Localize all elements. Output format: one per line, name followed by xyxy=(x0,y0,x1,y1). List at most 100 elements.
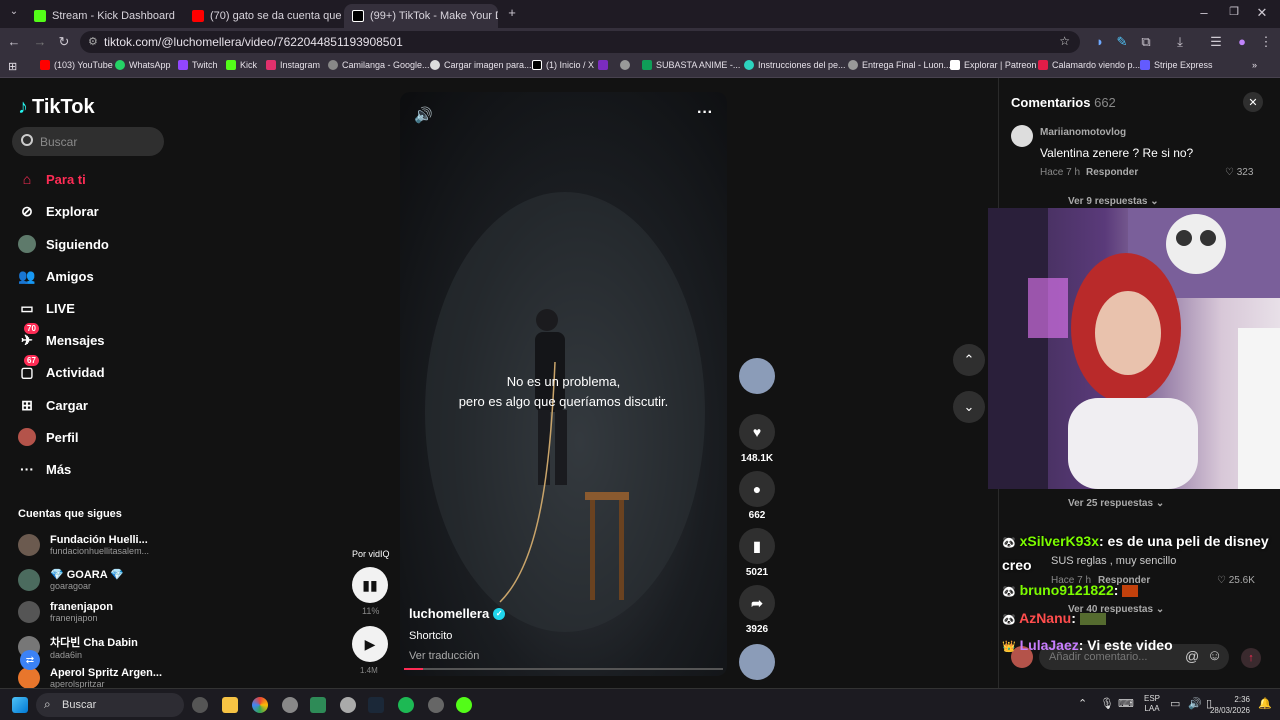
obs-icon[interactable] xyxy=(340,697,356,713)
bookmark-item[interactable]: (103) YouTube xyxy=(40,60,113,70)
bookmark-item[interactable]: Calamardo viendo p... xyxy=(1038,60,1140,70)
nav-amigos[interactable]: 👥 Amigos xyxy=(18,267,93,285)
nav-para-ti[interactable]: ⌂ Para ti xyxy=(18,170,86,188)
tab-list-chevron-icon[interactable]: ⌄ xyxy=(6,6,22,17)
system-clock[interactable]: 2:36 28/03/2026 xyxy=(1206,694,1250,716)
bookmark-star-icon[interactable]: ☆ xyxy=(1059,34,1070,48)
tray-icon[interactable]: ⌨ xyxy=(1118,697,1134,710)
volume-icon[interactable]: 🔊 xyxy=(1188,697,1202,710)
taskbar-search[interactable]: ⌕ Buscar xyxy=(36,693,184,717)
start-windows-icon[interactable] xyxy=(12,697,28,713)
bookmark-item[interactable]: (1) Inicio / X xyxy=(532,60,594,70)
menu-kebab-icon[interactable]: ⋮ xyxy=(1258,34,1274,50)
microphone-icon[interactable]: 🎙 xyxy=(1100,697,1114,710)
close-comments-icon[interactable]: ✕ xyxy=(1243,92,1263,112)
mention-icon[interactable]: @ xyxy=(1185,648,1199,664)
bookmark-item[interactable] xyxy=(598,60,612,70)
taskbar-app-icon[interactable] xyxy=(192,697,208,713)
taskbar-app-icon[interactable] xyxy=(310,697,326,713)
play-icon[interactable]: ▶ xyxy=(352,626,388,662)
download-icon[interactable]: ⤓ xyxy=(1172,34,1188,50)
back-icon[interactable]: ← xyxy=(6,34,22,49)
following-item[interactable]: Fundación Huelli... fundacionhuellitasale… xyxy=(18,534,149,556)
video-player[interactable]: 🔊 ··· No es un problema, pero es algo qu… xyxy=(400,92,727,676)
author-avatar[interactable] xyxy=(738,358,776,397)
following-item[interactable]: Aperol Spritz Argen... aperolspritzar xyxy=(18,667,162,689)
view-replies-button[interactable]: Ver 25 respuestas ⌄ xyxy=(1068,498,1164,509)
nav-actividad[interactable]: ▢ 67 Actividad xyxy=(18,355,105,381)
view-replies-button[interactable]: Ver 9 respuestas ⌄ xyxy=(1068,196,1159,207)
sound-avatar[interactable] xyxy=(738,644,776,683)
bookmark-item[interactable]: Kick xyxy=(226,60,257,70)
share-button[interactable]: ➦ 3926 xyxy=(738,585,776,635)
url-field[interactable]: ⚙ tiktok.com/@luchomellera/video/7622044… xyxy=(80,31,1080,53)
bookmark-item[interactable]: Instagram xyxy=(266,60,320,70)
notification-bell-icon[interactable]: 🔔 xyxy=(1258,697,1272,710)
previous-video-button[interactable]: ⌃ xyxy=(953,344,985,376)
reply-button[interactable]: Responder xyxy=(1086,167,1138,178)
save-button[interactable]: ▮ 5021 xyxy=(738,528,776,578)
apps-grid-icon[interactable]: ⊞ xyxy=(8,60,17,73)
floating-extension-icon[interactable]: ⇄ xyxy=(20,650,40,670)
comment-button[interactable]: ● 662 xyxy=(738,471,776,521)
bookmark-item[interactable]: Cargar imagen para... xyxy=(430,60,532,70)
nav-perfil[interactable]: Perfil xyxy=(18,428,79,446)
bookmark-item[interactable]: SUBASTA ANIME -... xyxy=(642,60,740,70)
search-input[interactable]: Buscar xyxy=(12,127,164,156)
tiktok-logo[interactable]: ♪ TikTok xyxy=(18,96,95,119)
progress-bar[interactable] xyxy=(404,668,723,670)
steam-icon[interactable] xyxy=(368,697,384,713)
bookmark-item[interactable]: Explorar | Patreon xyxy=(950,60,1036,70)
forward-icon[interactable]: → xyxy=(32,34,48,49)
nav-explorar[interactable]: ⊘ Explorar xyxy=(18,202,99,220)
like-button[interactable]: ♥ 148.1K xyxy=(738,414,776,464)
settings-gear-icon[interactable] xyxy=(282,697,298,713)
bookmark-item[interactable]: Stripe Express xyxy=(1140,60,1213,70)
vidiq-stats-icon[interactable]: ▮▮ xyxy=(352,567,388,603)
extensions-puzzle-icon[interactable]: ⧉ xyxy=(1138,34,1154,50)
bookmark-item[interactable]: Twitch xyxy=(178,60,218,70)
site-info-icon[interactable]: ⚙ xyxy=(88,35,98,48)
translate-link[interactable]: Ver traducción xyxy=(409,650,479,662)
tray-chevron-icon[interactable]: ⌃ xyxy=(1078,697,1087,710)
language-indicator[interactable]: ESP LAA xyxy=(1144,694,1160,714)
nav-cargar[interactable]: ⊞ Cargar xyxy=(18,396,88,414)
bookmark-item[interactable]: Instrucciones del pe... xyxy=(744,60,846,70)
taskbar-app-icon[interactable] xyxy=(456,697,472,713)
nav-live[interactable]: ▭ LIVE xyxy=(18,299,75,317)
window-close-icon[interactable]: ✕ xyxy=(1254,5,1270,21)
comment-like[interactable]: ♡ 323 xyxy=(1225,167,1253,178)
nav-siguiendo[interactable]: Siguiendo xyxy=(18,235,109,253)
following-item[interactable]: 💎 GOARA 💎 goaragoar xyxy=(18,568,124,591)
chrome-icon[interactable] xyxy=(252,697,268,713)
bookmark-item[interactable]: Entrega Final - Luon... xyxy=(848,60,951,70)
comment-like[interactable]: ♡ 25.6K xyxy=(1217,575,1255,586)
profile-avatar-icon[interactable]: ● xyxy=(1234,34,1250,49)
minimize-icon[interactable]: – xyxy=(1196,5,1212,20)
taskbar-app-icon[interactable] xyxy=(428,697,444,713)
tab-tiktok[interactable]: (99+) TikTok - Make Your D ✕ xyxy=(344,4,498,28)
extension-icon[interactable]: ◗ xyxy=(1092,34,1108,49)
reload-icon[interactable]: ↻ xyxy=(56,34,72,50)
next-video-button[interactable]: ⌄ xyxy=(953,391,985,423)
nav-mas[interactable]: ··· Más xyxy=(18,460,71,478)
bookmark-item[interactable]: Camilanga - Google... xyxy=(328,60,430,70)
spotify-icon[interactable] xyxy=(398,697,414,713)
video-author[interactable]: luchomellera ✓ xyxy=(409,606,506,621)
tab-kick[interactable]: Stream - Kick Dashboard ✕ xyxy=(26,4,180,28)
following-item[interactable]: franenjapon franenjapon xyxy=(18,601,113,623)
file-explorer-icon[interactable] xyxy=(222,697,238,713)
new-tab-icon[interactable]: + xyxy=(504,5,520,20)
tab-youtube[interactable]: (70) gato se da cuenta que lo g ✕ xyxy=(184,4,342,28)
network-icon[interactable]: ▭ xyxy=(1170,697,1180,710)
comment-username[interactable]: Mariianomotovlog xyxy=(1040,127,1126,138)
bookmarks-overflow-icon[interactable]: » xyxy=(1252,60,1257,70)
bookmark-item[interactable] xyxy=(620,60,634,70)
emoji-icon[interactable]: ☺ xyxy=(1207,647,1222,664)
avatar[interactable] xyxy=(1011,125,1033,147)
send-comment-icon[interactable]: ↑ xyxy=(1241,648,1261,668)
extension-icon[interactable]: ✎ xyxy=(1114,34,1130,50)
maximize-icon[interactable]: ❐ xyxy=(1226,5,1242,18)
tab-search-icon[interactable]: ☰ xyxy=(1208,34,1224,50)
nav-mensajes[interactable]: ✈ 70 Mensajes xyxy=(18,323,105,349)
